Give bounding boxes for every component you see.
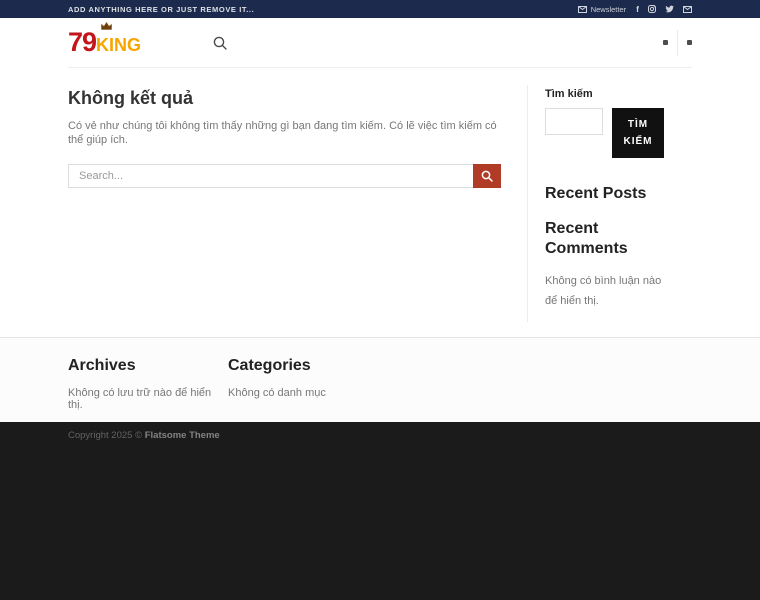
social-icons: f xyxy=(636,5,692,14)
search-icon[interactable] xyxy=(213,36,227,50)
envelope-icon xyxy=(577,5,587,13)
sidebar-search-form: TÌM KIẾM xyxy=(545,108,674,158)
newsletter-label: Newsletter xyxy=(590,4,627,14)
logo-text-king: KING xyxy=(96,35,142,55)
instagram-icon[interactable] xyxy=(648,5,656,13)
search-submit-button[interactable] xyxy=(473,164,501,189)
sidebar-search-button[interactable]: TÌM KIẾM xyxy=(612,108,664,158)
no-comments-text: Không có bình luận nào để hiển thị. xyxy=(545,275,662,308)
page-title: Không kết quả xyxy=(68,88,193,108)
copyright-text: Copyright 2025 © Flatsome Theme xyxy=(68,430,692,441)
footer-bottom: Copyright 2025 © Flatsome Theme xyxy=(0,422,760,600)
crown-icon xyxy=(101,22,112,30)
envelope-icon[interactable] xyxy=(683,5,692,13)
topbar-right: Newsletter f xyxy=(577,4,692,14)
search-input[interactable] xyxy=(68,164,473,189)
archives-title: Archives xyxy=(68,357,136,374)
twitter-icon[interactable] xyxy=(665,5,674,13)
sidebar: Tìm kiếm TÌM KIẾM Recent Posts Recent Co… xyxy=(545,88,674,337)
copyright-prefix: Copyright 2025 © xyxy=(68,430,145,441)
header-divider xyxy=(677,29,678,56)
sidebar-search-input[interactable] xyxy=(545,108,603,135)
archives-empty-text: Không có lưu trữ nào để hiển thị. xyxy=(68,387,212,411)
footer-widgets: Archives Không có lưu trữ nào để hiển th… xyxy=(0,337,760,422)
main-content: Không kết quả Có vẻ như chúng tôi không … xyxy=(0,68,760,337)
topbar-message: ADD ANYTHING HERE OR JUST REMOVE IT... xyxy=(68,4,255,14)
logo-text-79: 79 xyxy=(68,27,97,57)
topbar: ADD ANYTHING HERE OR JUST REMOVE IT... N… xyxy=(0,0,760,18)
newsletter-link[interactable]: Newsletter xyxy=(577,4,627,14)
header-mini-icon[interactable] xyxy=(663,40,668,45)
recent-comments-title: Recent Comments xyxy=(545,220,628,257)
site-logo[interactable]: 79 KING xyxy=(68,22,142,57)
copyright-brand: Flatsome Theme xyxy=(144,430,220,441)
no-results-section: Không kết quả Có vẻ như chúng tôi không … xyxy=(68,88,501,337)
archives-widget: Archives Không có lưu trữ nào để hiển th… xyxy=(68,356,228,422)
header-mini-icon[interactable] xyxy=(687,40,692,45)
recent-posts-title: Recent Posts xyxy=(545,185,647,202)
header-right xyxy=(663,29,692,56)
main-search-form xyxy=(68,164,501,189)
sidebar-search-label: Tìm kiếm xyxy=(545,88,593,100)
categories-empty-text: Không có danh mục xyxy=(228,387,326,399)
page-description: Có vẻ như chúng tôi không tìm thấy những… xyxy=(68,119,497,147)
categories-widget: Categories Không có danh mục xyxy=(228,356,692,422)
site-header: 79 KING xyxy=(0,18,760,68)
sidebar-divider xyxy=(527,85,528,322)
facebook-icon[interactable]: f xyxy=(636,5,639,14)
categories-title: Categories xyxy=(228,357,311,374)
